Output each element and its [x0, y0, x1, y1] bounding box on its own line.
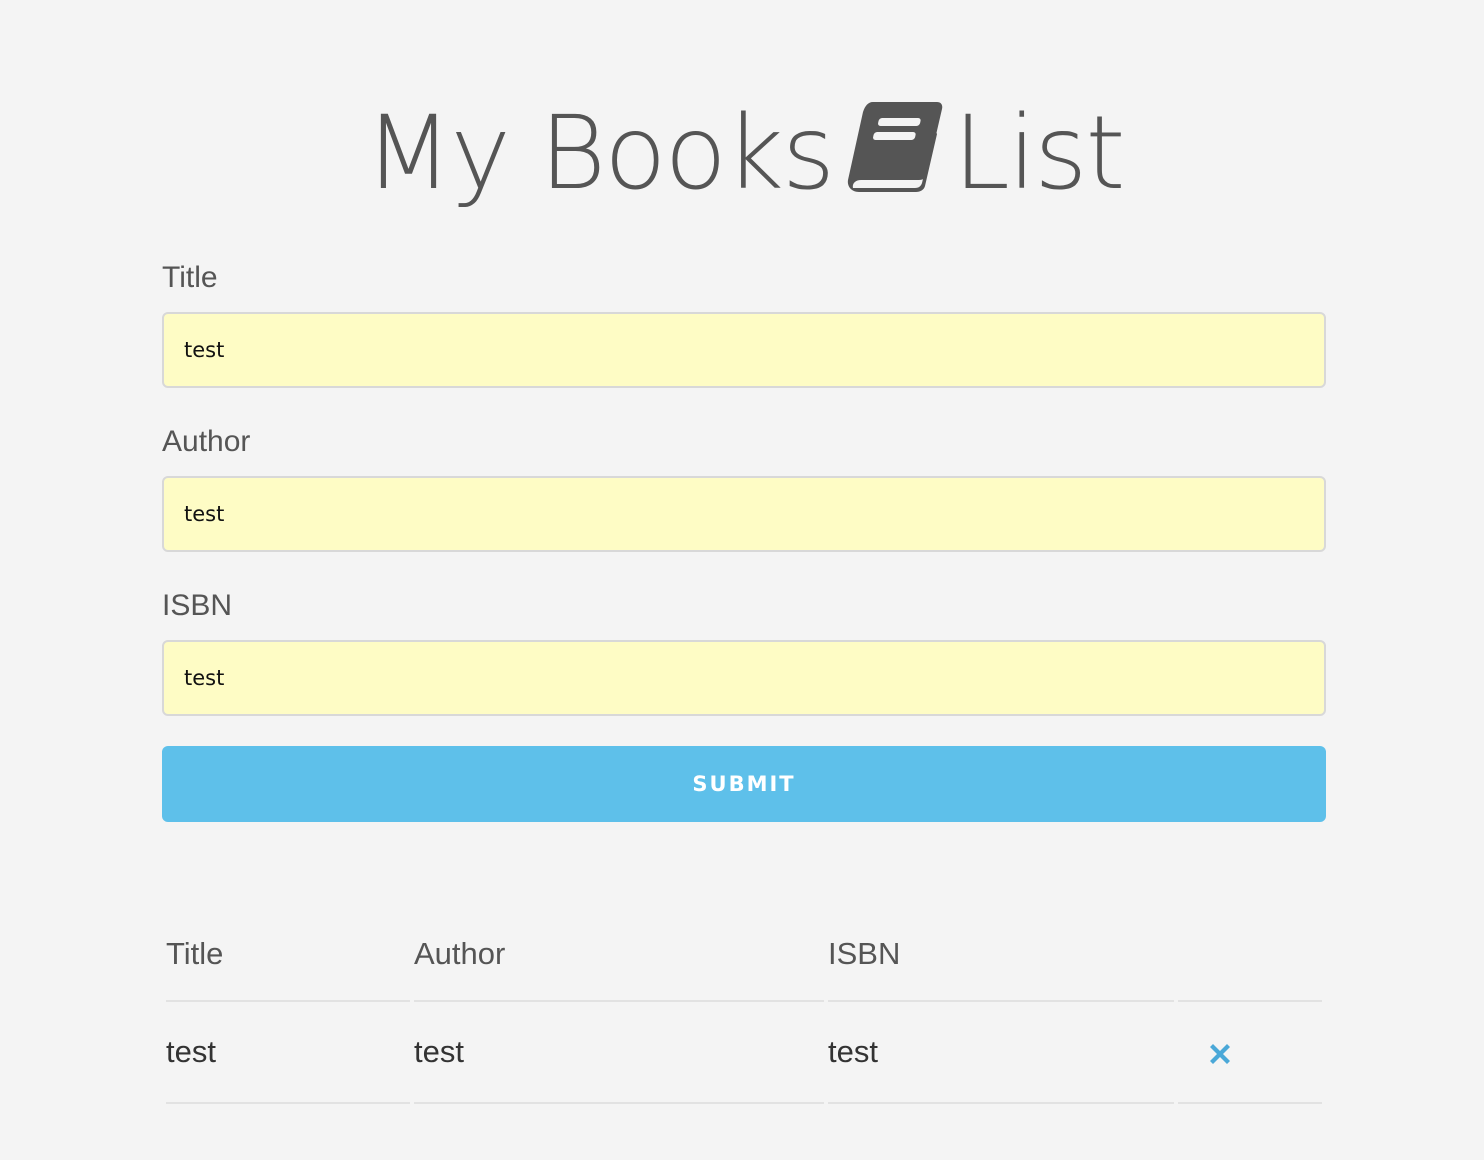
book-icon — [847, 102, 943, 192]
title-label: Title — [162, 261, 218, 294]
cell-action — [1178, 1002, 1322, 1104]
title-input[interactable] — [162, 312, 1326, 388]
author-input[interactable] — [162, 476, 1326, 552]
submit-button[interactable]: SUBMIT — [162, 746, 1326, 822]
title-form-group: Title — [162, 260, 1326, 388]
close-icon[interactable] — [1208, 1042, 1232, 1066]
table-header-row: Title Author ISBN — [166, 908, 1322, 1002]
author-label: Author — [162, 425, 251, 458]
column-header-isbn: ISBN — [828, 908, 1174, 1002]
page-title-text-start: My Books — [364, 94, 836, 213]
table-header: Title Author ISBN — [166, 908, 1322, 1002]
isbn-label: ISBN — [162, 589, 233, 622]
column-header-author: Author — [414, 908, 824, 1002]
table-body: test test test — [166, 1002, 1322, 1104]
column-header-title: Title — [166, 908, 410, 1002]
author-form-group: Author — [162, 424, 1326, 552]
table-row: test test test — [166, 1002, 1322, 1104]
column-header-action — [1178, 908, 1322, 1002]
isbn-form-group: ISBN — [162, 588, 1326, 716]
isbn-input[interactable] — [162, 640, 1326, 716]
book-list-table: Title Author ISBN test test test — [162, 908, 1326, 1104]
cell-isbn: test — [828, 1002, 1174, 1104]
cell-title: test — [166, 1002, 410, 1104]
cell-author: test — [414, 1002, 824, 1104]
page-title: My Books List — [162, 96, 1326, 212]
page-title-text-end: List — [953, 94, 1125, 213]
